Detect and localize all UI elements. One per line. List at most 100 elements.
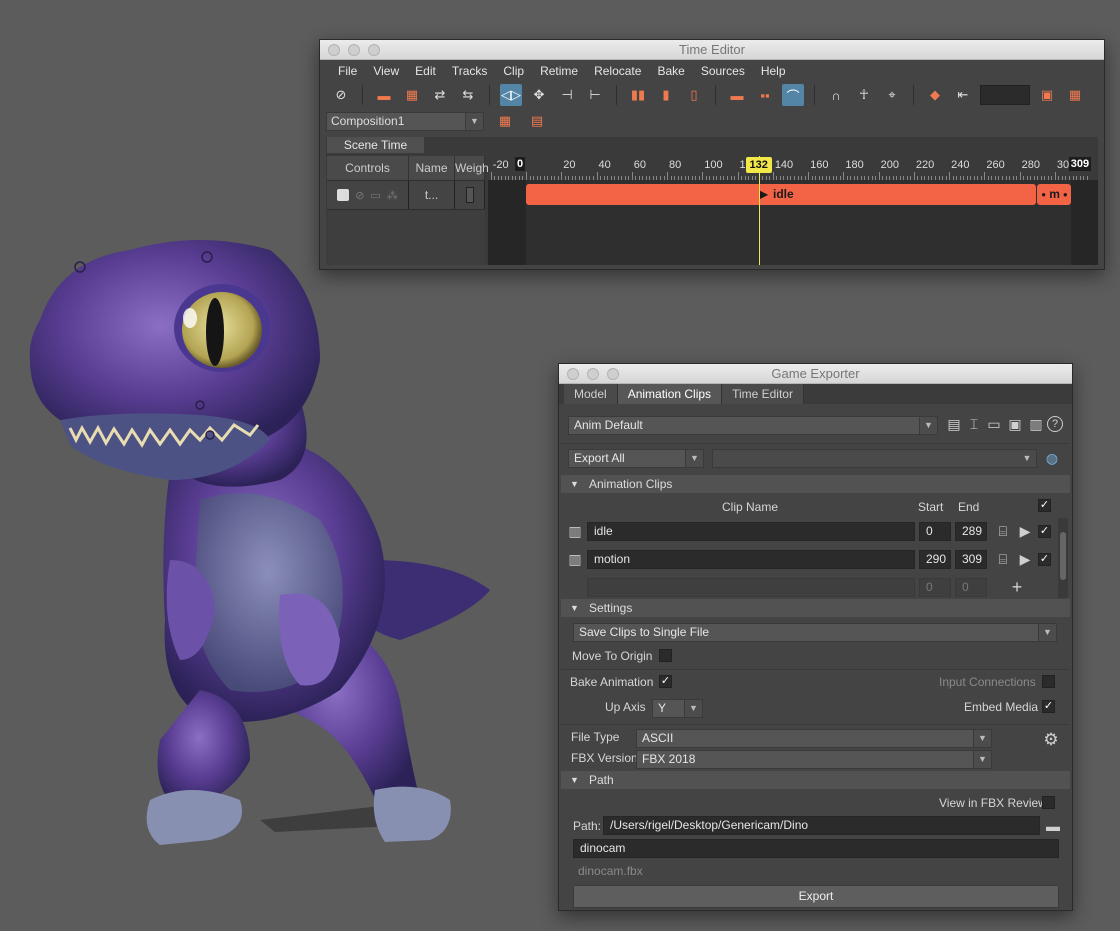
game-exporter-titlebar[interactable]: Game Exporter [559,364,1072,384]
clip-name-input[interactable]: motion [587,550,915,569]
help-icon[interactable]: ? [1047,416,1063,432]
new-composition-icon[interactable]: ▦ [494,110,516,132]
gear-icon[interactable]: ⚙ [1042,731,1060,749]
settings-section-header[interactable]: ▼ Settings [561,599,1070,617]
trash-icon[interactable]: ▥ [566,550,584,568]
swap-clips-icon[interactable]: ⇆ [457,84,479,106]
move-to-origin-checkbox[interactable] [659,649,672,662]
trash-icon[interactable]: ▥ [566,522,584,540]
save-icon[interactable]: ▣ [1006,415,1024,433]
clip-export-checkbox[interactable]: ✓ [1038,553,1051,566]
clip-end-input[interactable]: 309 [955,550,987,569]
relocator-icon[interactable]: ⌖ [881,84,903,106]
menu-relocate[interactable]: Relocate [586,60,649,82]
merge-clip-icon[interactable]: ▮ [655,84,677,106]
lock-icon[interactable]: ▭ [370,189,380,202]
composition-dropdown[interactable]: Composition1 ▼ [326,111,484,131]
path-section-header[interactable]: ▼ Path [561,771,1070,789]
menu-help[interactable]: Help [753,60,794,82]
character-icon[interactable]: ☥ [853,84,875,106]
bake-icon[interactable]: ◆ [924,84,946,106]
current-frame-label[interactable]: 132 [745,157,772,173]
close-window-button[interactable] [567,368,579,380]
zoom-window-button[interactable] [368,44,380,56]
hold-clip-icon[interactable]: ▪▪ [754,84,776,106]
grid-view-icon[interactable]: ▦ [1064,84,1086,106]
time-editor-window[interactable]: Time Editor File View Edit Tracks Clip R… [319,39,1105,270]
timeline[interactable]: -202040608010012014016018020022024026028… [488,156,1098,265]
new-clip-name-input[interactable] [587,578,915,597]
track-name[interactable]: t... [409,181,455,209]
clip-name-input[interactable]: idle [587,522,915,541]
mute-icon[interactable]: ⊘ [355,189,364,202]
range-end-label[interactable]: 309 [1068,157,1092,171]
minimize-window-button[interactable] [348,44,360,56]
slide-mode-icon[interactable]: ◁▷ [500,84,522,106]
menu-view[interactable]: View [365,60,407,82]
swap-tracks-icon[interactable]: ⇄ [429,84,451,106]
tab-model[interactable]: Model [564,384,618,404]
folder-icon[interactable]: ▬ [1044,817,1062,835]
file-type-dropdown[interactable]: ASCII ▼ [636,729,992,748]
close-window-button[interactable] [328,44,340,56]
curve-icon[interactable]: ∩ [825,84,847,106]
trim-start-icon[interactable]: ⊣ [556,84,578,106]
save-mode-dropdown[interactable]: Save Clips to Single File ▼ [573,623,1057,642]
embed-media-checkbox[interactable]: ✓ [1042,700,1055,713]
track-row[interactable]: ⊘ ▭ ⁂ t... [327,180,485,210]
menu-tracks[interactable]: Tracks [444,60,496,82]
crop-clip-icon[interactable]: ▯ [683,84,705,106]
new-clip-start-input[interactable]: 0 [919,578,951,597]
new-preset-icon[interactable]: ▤ [945,415,963,433]
menu-sources[interactable]: Sources [693,60,753,82]
time-ruler[interactable]: -202040608010012014016018020022024026028… [488,156,1098,180]
ghost-icon[interactable]: ⁂ [387,189,398,202]
frame-input[interactable] [980,85,1030,105]
graph-editor-icon[interactable]: ▣ [1036,84,1058,106]
tab-scene-time[interactable]: Scene Time [327,137,424,153]
mute-icon[interactable]: ⊘ [330,84,352,106]
add-track-icon[interactable]: ▬ [373,84,395,106]
scrollbar-thumb[interactable] [1060,532,1066,580]
open-folder-icon[interactable]: ▭ [985,415,1003,433]
tab-animation-clips[interactable]: Animation Clips [617,384,723,404]
weight-handle[interactable] [465,187,474,203]
game-exporter-window[interactable]: Game Exporter Model Animation Clips Time… [558,363,1073,911]
set-range-icon[interactable]: ⌸ [994,550,1012,568]
edit-preset-icon[interactable]: ⌶ [965,415,983,433]
menu-retime[interactable]: Retime [532,60,586,82]
zoom-window-button[interactable] [607,368,619,380]
track-enable-checkbox[interactable] [337,189,350,201]
menu-clip[interactable]: Clip [495,60,532,82]
view-in-fbx-review-checkbox[interactable] [1042,796,1055,809]
up-axis-dropdown[interactable]: Y ▼ [652,699,703,718]
export-source-icon[interactable]: ⇤ [952,84,974,106]
selection-set-dropdown[interactable]: ▼ [712,449,1037,468]
split-clip-icon[interactable]: ▮▮ [627,84,649,106]
path-input[interactable]: /Users/rigel/Desktop/Genericam/Dino [603,816,1040,835]
loop-clip-icon[interactable]: ▬ [726,84,748,106]
play-icon[interactable]: ▶ [1016,550,1034,568]
minimize-window-button[interactable] [587,368,599,380]
export-mode-dropdown[interactable]: Export All ▼ [568,449,704,468]
select-all-checkbox[interactable]: ✓ [1038,499,1051,512]
clip-export-checkbox[interactable]: ✓ [1038,525,1051,538]
menu-file[interactable]: File [330,60,365,82]
clip-start-input[interactable]: 290 [919,550,951,569]
tab-time-editor[interactable]: Time Editor [722,384,804,404]
menu-edit[interactable]: Edit [407,60,444,82]
weight-slider[interactable] [455,181,485,209]
time-editor-titlebar[interactable]: Time Editor [320,40,1104,60]
clip-start-input[interactable]: 0 [919,522,951,541]
clip-idle[interactable]: ▶ idle [526,184,1036,205]
animation-clips-section-header[interactable]: ▼ Animation Clips [561,475,1070,493]
input-connections-checkbox[interactable] [1042,675,1055,688]
trim-end-icon[interactable]: ⊢ [584,84,606,106]
play-icon[interactable]: ▶ [1016,522,1034,540]
export-button[interactable]: Export [573,885,1059,908]
set-range-icon[interactable]: ⌸ [994,522,1012,540]
bake-animation-checkbox[interactable]: ✓ [659,675,672,688]
file-name-input[interactable]: dinocam [573,839,1059,858]
duplicate-composition-icon[interactable]: ▤ [526,110,548,132]
preset-dropdown[interactable]: Anim Default ▼ [568,416,938,435]
